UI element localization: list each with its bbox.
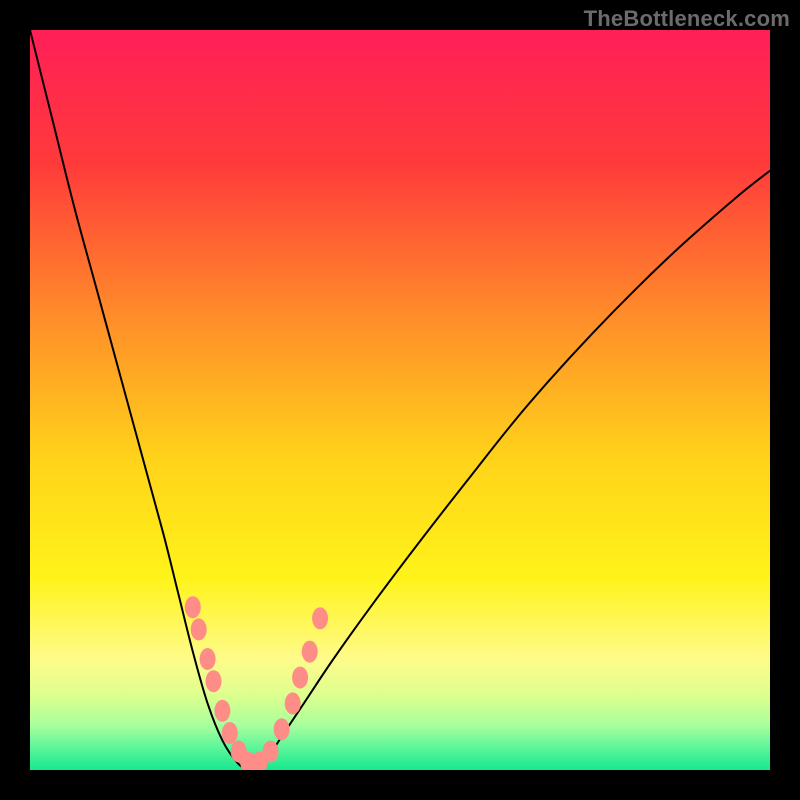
markers-layer [30, 30, 770, 770]
data-marker [302, 641, 318, 663]
data-marker [285, 692, 301, 714]
data-marker [214, 700, 230, 722]
watermark-text: TheBottleneck.com [584, 6, 790, 32]
plot-area [30, 30, 770, 770]
data-marker [312, 607, 328, 629]
marker-group [185, 596, 328, 770]
data-marker [274, 718, 290, 740]
data-marker [222, 722, 238, 744]
data-marker [292, 667, 308, 689]
data-marker [185, 596, 201, 618]
data-marker [263, 741, 279, 763]
data-marker [206, 670, 222, 692]
data-marker [191, 618, 207, 640]
data-marker [200, 648, 216, 670]
chart-frame: TheBottleneck.com [0, 0, 800, 800]
